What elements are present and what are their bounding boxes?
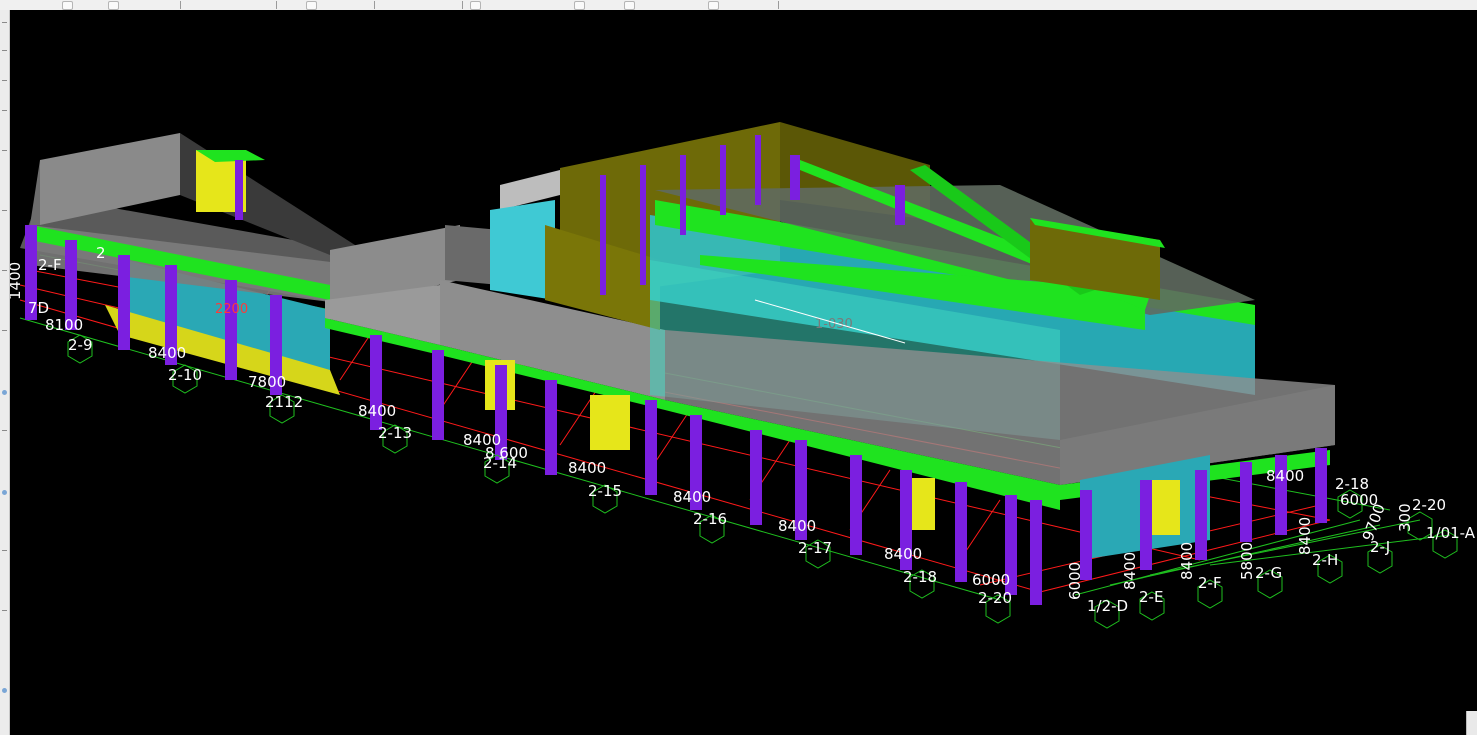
grid-label: 1400 — [10, 262, 24, 300]
grid-label: 8400 — [673, 488, 711, 506]
grid-label: 8400 — [1178, 542, 1196, 580]
grid-label: 2 — [96, 244, 106, 262]
column — [955, 482, 967, 582]
grid-label: 8400 — [1266, 467, 1304, 485]
grid-label: 2-20 — [1412, 496, 1446, 514]
grid-label: 2-16 — [693, 510, 727, 528]
grid-label: 2-18 — [1335, 475, 1369, 493]
grid-label: 2-E — [1139, 588, 1163, 606]
panel-tick — [2, 430, 7, 431]
panel-tick — [2, 110, 7, 111]
toolbar-button[interactable] — [62, 1, 73, 10]
column — [720, 145, 726, 215]
panel-tick — [2, 50, 7, 51]
panel-tick — [2, 80, 7, 81]
grid-label: 8400 — [568, 459, 606, 477]
column — [235, 160, 243, 220]
panel-tick — [2, 550, 7, 551]
panel-tick — [2, 330, 7, 331]
grid-label: 2-H — [1312, 551, 1338, 569]
grid-label: 2-9 — [68, 336, 93, 354]
grid-label: 6000 — [1066, 562, 1084, 600]
column — [1315, 448, 1327, 523]
toolbar-button[interactable] — [708, 1, 719, 10]
column — [600, 175, 606, 295]
toolbar-separator — [276, 1, 277, 9]
grid-label: 2-20 — [978, 589, 1012, 607]
grid-label: 8400 — [148, 344, 186, 362]
column — [1030, 500, 1042, 605]
toolbar-button[interactable] — [108, 1, 119, 10]
grid-label: 8400 — [1296, 517, 1314, 555]
3d-model-viewport[interactable]: 2-F 2 1400 7D 8100 2-9 8400 2-10 7800 21… — [10, 10, 1477, 735]
panel-tick — [2, 210, 7, 211]
column — [1195, 470, 1207, 560]
column — [790, 155, 800, 200]
grid-label: 2-14 — [483, 454, 517, 472]
column — [1140, 480, 1152, 570]
grid-label: 8400 — [358, 402, 396, 420]
toolbar-separator — [180, 1, 181, 9]
grid-label: 2-17 — [798, 539, 832, 557]
column — [895, 185, 905, 225]
grid-label: 2-15 — [588, 482, 622, 500]
column — [680, 155, 686, 235]
grid-label: 7D — [28, 299, 49, 317]
column — [640, 165, 646, 285]
grid-label: 8400 — [1121, 552, 1139, 590]
column — [1240, 462, 1252, 542]
grid-label: 1/01-A — [1426, 524, 1476, 542]
toolbar-button[interactable] — [470, 1, 481, 10]
grid-label: 8100 — [45, 316, 83, 334]
column — [645, 400, 657, 495]
panel-tick — [2, 610, 7, 611]
viewport-corner-control[interactable] — [1466, 711, 1477, 735]
left-side-panel — [0, 10, 10, 735]
column — [850, 455, 862, 555]
grid-label: 2112 — [265, 393, 303, 411]
column — [118, 255, 130, 350]
grid-label: 2-10 — [168, 366, 202, 384]
grid-label: 2-G — [1255, 564, 1282, 582]
column — [432, 350, 444, 440]
grid-label: 2-13 — [378, 424, 412, 442]
panel-tick — [2, 270, 7, 271]
left-wing — [20, 133, 460, 395]
column — [545, 380, 557, 475]
toolbar-separator — [462, 1, 463, 9]
grid-label: 8400 — [778, 517, 816, 535]
grid-label: 8400 — [884, 545, 922, 563]
toolbar-button[interactable] — [306, 1, 317, 10]
model-drawing: 2-F 2 1400 7D 8100 2-9 8400 2-10 7800 21… — [10, 122, 1476, 629]
panel-indicator-icon[interactable] — [2, 390, 7, 395]
column — [750, 430, 762, 525]
grid-label: 2-F — [38, 256, 62, 274]
toolbar-button[interactable] — [624, 1, 635, 10]
grid-label: 2-18 — [903, 568, 937, 586]
left-parapet-edge — [30, 160, 40, 225]
grid-label: 2-F — [1198, 574, 1222, 592]
panel-indicator-icon[interactable] — [2, 688, 7, 693]
column — [755, 135, 761, 205]
grid-label: 1/2-D — [1087, 597, 1128, 615]
column — [225, 280, 237, 380]
panel-indicator-icon[interactable] — [2, 490, 7, 495]
yellow-core — [590, 395, 630, 450]
dimension-label: 2200 — [215, 302, 248, 317]
toolbar-button[interactable] — [574, 1, 585, 10]
grid-label: 5800 — [1238, 542, 1256, 580]
toolbar-separator — [778, 1, 779, 9]
panel-tick — [2, 22, 7, 23]
toolbar-separator — [374, 1, 375, 9]
grid-label: 7800 — [248, 373, 286, 391]
grid-label: 6000 — [1340, 491, 1378, 509]
grid-label: 6000 — [972, 571, 1010, 589]
panel-tick — [2, 150, 7, 151]
